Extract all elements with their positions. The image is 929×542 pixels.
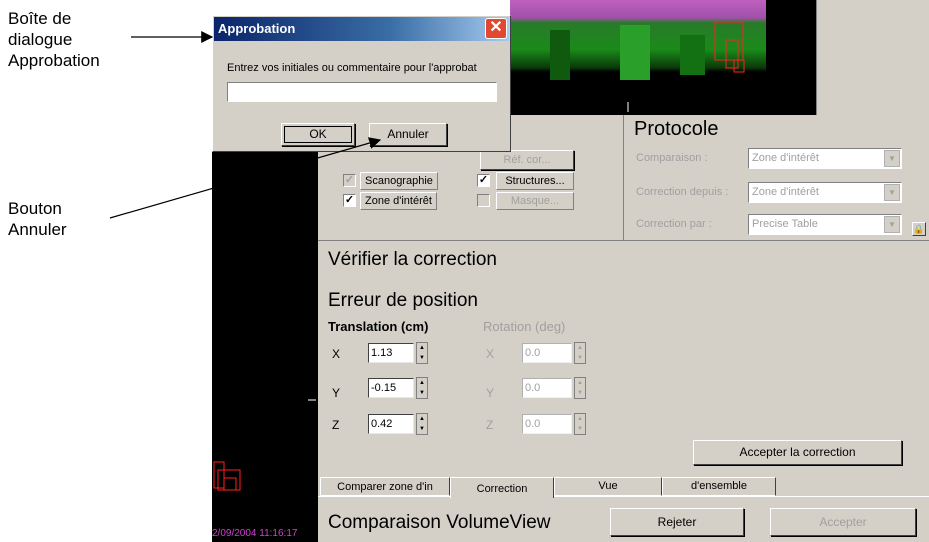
annotation-arrows xyxy=(109,31,382,219)
arrow-to-cancel xyxy=(109,137,382,219)
